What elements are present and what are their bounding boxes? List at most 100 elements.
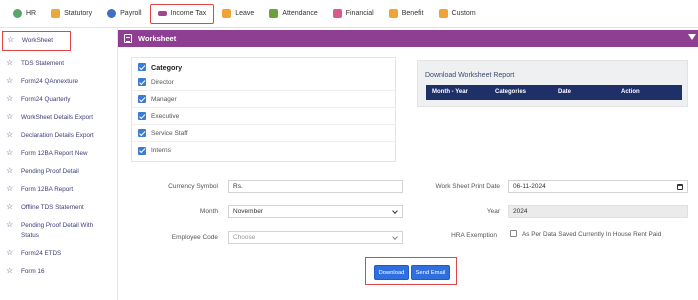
category-row: Director	[132, 74, 395, 91]
page-title: Worksheet	[138, 34, 177, 43]
sidebar-item-label: Form 16	[21, 268, 45, 275]
chevron-down-icon	[392, 208, 398, 214]
worksheet-icon	[124, 34, 132, 43]
star-icon: ☆	[6, 266, 14, 275]
sidebar-item-label: WorkSheet Details Export	[21, 114, 93, 121]
category-label: Director	[151, 78, 174, 86]
sidebar-item-label: Offline TDS Statement	[21, 204, 84, 211]
action-buttons: Download Send Email	[365, 257, 457, 285]
nav-item-income-tax[interactable]: Income Tax	[149, 3, 215, 24]
people-icon	[13, 9, 22, 18]
top-nav: HR Statutory Payroll Income Tax Leave At…	[0, 0, 698, 28]
employee-code-select[interactable]: Choose	[228, 231, 403, 244]
sidebar-item-pending-proof-detail[interactable]: ☆ Pending Proof Detail	[0, 167, 117, 177]
sidebar-item-form24-quarterly[interactable]: ☆ Form24 Quarterly	[0, 95, 117, 105]
category-checkbox[interactable]	[138, 112, 146, 120]
download-button[interactable]: Download	[374, 265, 409, 280]
nav-label: Attendance	[282, 10, 318, 17]
column-header: Month - Year	[432, 89, 468, 95]
sidebar-item-label: Form 12BA Report New	[21, 150, 88, 157]
star-icon: ☆	[6, 58, 14, 67]
category-select-all-checkbox[interactable]	[138, 63, 146, 71]
print-date-value: 06-11-2024	[513, 183, 546, 190]
category-label: Manager	[151, 95, 177, 103]
nav-item-financial[interactable]: Financial	[326, 4, 381, 24]
sidebar-item-form-12ba-report[interactable]: ☆ Form 12BA Report	[0, 185, 117, 195]
sidebar-item-tds-statement[interactable]: ☆ TDS Statement	[0, 59, 117, 69]
sidebar-item-offline-tds-statement[interactable]: ☆ Offline TDS Statement	[0, 203, 117, 213]
category-checkbox[interactable]	[138, 95, 146, 103]
category-label: Interns	[151, 147, 171, 154]
nav-label: HR	[26, 10, 37, 17]
sidebar-item-declaration-details-export[interactable]: ☆ Declaration Details Export	[0, 131, 117, 141]
sidebar-item-form24-qannexture[interactable]: ☆ Form24 QAnnexture	[0, 77, 117, 87]
hra-exemption-checkbox[interactable]	[510, 230, 517, 237]
sidebar-item-label: Form24 ETDS	[21, 250, 62, 257]
financial-icon	[332, 9, 342, 18]
category-label: Executive	[151, 112, 180, 120]
sidebar-item-form-12ba-report-new[interactable]: ☆ Form 12BA Report New	[0, 149, 117, 159]
nav-label: Payroll	[120, 10, 142, 17]
sidebar-item-pending-proof-detail-with-status[interactable]: ☆ Pending Proof Detail With Status	[0, 221, 117, 241]
leave-icon	[222, 9, 232, 18]
nav-item-leave[interactable]: Leave	[215, 4, 261, 24]
employee-code-placeholder: Choose	[233, 234, 256, 241]
year-input: 2024	[508, 205, 688, 218]
nav-label: Statutory	[64, 10, 93, 17]
sidebar-item-label: TDS Statement	[21, 60, 65, 67]
category-checkbox[interactable]	[138, 129, 146, 137]
nav-item-benefit[interactable]: Benefit	[382, 4, 431, 24]
year-value: 2024	[513, 208, 528, 215]
star-icon: ☆	[6, 112, 14, 121]
nav-label: Benefit	[401, 10, 424, 17]
chevron-down-icon	[392, 234, 398, 240]
category-row: Manager	[132, 91, 395, 108]
category-checkbox[interactable]	[138, 78, 146, 86]
calendar-icon[interactable]	[677, 184, 683, 190]
column-header: Action	[621, 89, 640, 95]
sidebar-item-label: WorkSheet	[22, 37, 54, 44]
nav-item-attendance[interactable]: Attendance	[262, 4, 324, 24]
sidebar: ☆ WorkSheet ☆ TDS Statement ☆ Form24 QAn…	[0, 28, 118, 300]
star-icon: ☆	[6, 184, 14, 193]
person-money-icon	[107, 9, 117, 18]
sidebar-item-label: Declaration Details Export	[21, 132, 94, 139]
report-title: Download Worksheet Report	[425, 72, 515, 79]
star-icon: ☆	[6, 76, 14, 85]
sidebar-item-worksheet[interactable]: ☆ WorkSheet	[2, 31, 71, 51]
nav-item-hr[interactable]: HR	[6, 4, 43, 24]
nav-item-payroll[interactable]: Payroll	[100, 4, 148, 24]
currency-symbol-input[interactable]: Rs.	[228, 180, 403, 193]
filter-icon[interactable]	[688, 34, 696, 40]
month-value: November	[233, 208, 263, 215]
attendance-icon	[269, 9, 279, 18]
category-header: Category	[132, 58, 395, 74]
custom-icon	[438, 9, 448, 18]
currency-symbol-label: Currency Symbol	[168, 183, 218, 190]
sidebar-item-label: Form24 QAnnexture	[21, 78, 79, 85]
nav-item-statutory[interactable]: Statutory	[44, 4, 99, 24]
employee-code-label: Employee Code	[171, 234, 218, 241]
hra-exemption-label: HRA Exemption	[451, 232, 497, 239]
column-header: Categories	[495, 89, 527, 95]
print-date-label: Work Sheet Print Date	[435, 183, 500, 190]
send-email-button[interactable]: Send Email	[411, 265, 450, 280]
month-select[interactable]: November	[228, 205, 403, 218]
sidebar-item-form-16[interactable]: ☆ Form 16	[0, 267, 117, 277]
nav-label: Financial	[345, 10, 374, 17]
column-header: Date	[558, 89, 572, 95]
sidebar-item-form24-etds[interactable]: ☆ Form24 ETDS	[0, 249, 117, 259]
nav-label: Income Tax	[170, 10, 207, 17]
star-icon: ☆	[6, 202, 14, 211]
star-icon: ☆	[6, 166, 14, 175]
nav-item-custom[interactable]: Custom	[432, 4, 483, 24]
print-date-input[interactable]: 06-11-2024	[508, 180, 688, 193]
category-label: Service Staff	[151, 129, 188, 137]
nav-label: Custom	[451, 10, 476, 17]
sidebar-item-label: Pending Proof Detail	[21, 168, 79, 175]
nav-label: Leave	[235, 10, 255, 17]
month-label: Month	[199, 208, 218, 215]
category-checkbox[interactable]	[138, 146, 146, 155]
sidebar-item-worksheet-details-export[interactable]: ☆ WorkSheet Details Export	[0, 113, 117, 123]
tax-icon	[157, 11, 167, 16]
